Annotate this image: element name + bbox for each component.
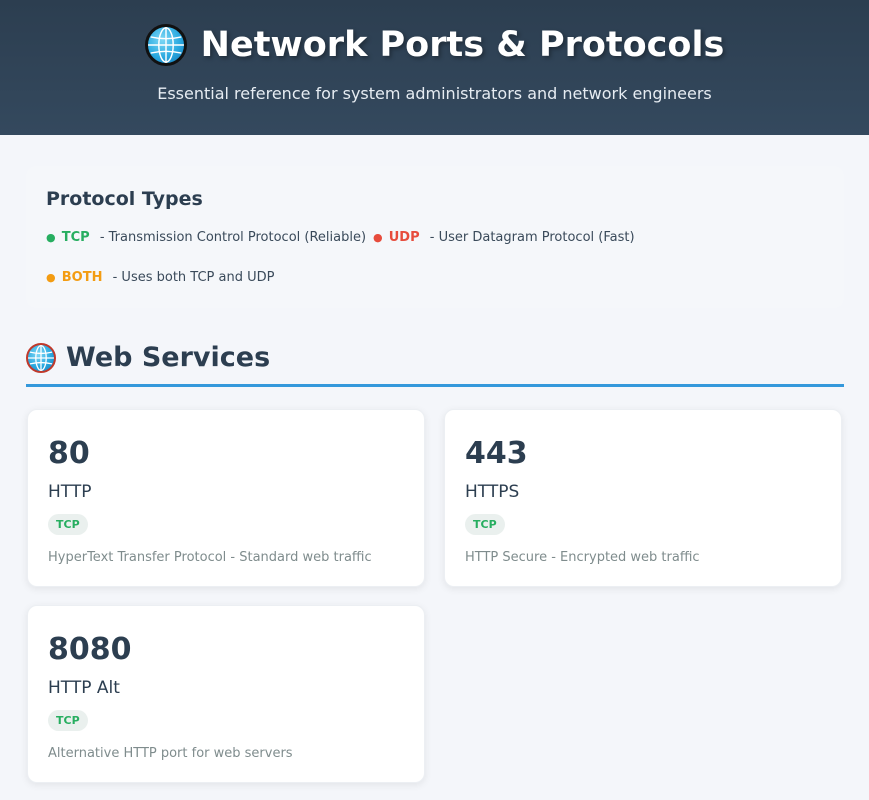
port-card-80[interactable]: 80 HTTP TCP HyperText Transfer Protocol …	[27, 409, 425, 587]
legend-item-udp: ● UDP - User Datagram Protocol (Fast)	[373, 230, 635, 245]
legend-tag: TCP	[61, 230, 90, 245]
legend-tag: UDP	[388, 230, 420, 245]
service-name: HTTP Alt	[48, 678, 120, 698]
legend-tag: BOTH	[61, 270, 103, 285]
port-card-443[interactable]: 443 HTTPS TCP HTTP Secure - Encrypted we…	[444, 409, 842, 587]
page-header: Network Ports & Protocols Essential refe…	[0, 0, 869, 135]
protocol-badge: TCP	[48, 710, 88, 731]
protocol-legend: Protocol Types ● TCP - Transmission Cont…	[26, 166, 844, 308]
service-name: HTTPS	[465, 482, 520, 502]
legend-description: - Uses both TCP and UDP	[112, 270, 275, 285]
port-description: HTTP Secure - Encrypted web traffic	[465, 550, 700, 565]
page-subtitle: Essential reference for system administr…	[157, 84, 712, 103]
legend-description: - User Datagram Protocol (Fast)	[429, 230, 635, 245]
tcp-dot-icon: ●	[46, 231, 56, 244]
section-title: Web Services	[66, 342, 271, 373]
legend-item-both: ● BOTH - Uses both TCP and UDP	[46, 270, 274, 285]
page-title: Network Ports & Protocols	[200, 25, 725, 65]
globe-icon	[144, 24, 187, 66]
port-description: HyperText Transfer Protocol - Standard w…	[48, 550, 372, 565]
legend-description: - Transmission Control Protocol (Reliabl…	[99, 230, 367, 245]
header-title-row: Network Ports & Protocols	[0, 24, 869, 66]
port-number: 443	[465, 436, 528, 471]
port-card-8080[interactable]: 8080 HTTP Alt TCP Alternative HTTP port …	[27, 605, 425, 783]
port-description: Alternative HTTP port for web servers	[48, 746, 293, 761]
globe-icon	[26, 343, 56, 373]
legend-item-tcp: ● TCP - Transmission Control Protocol (R…	[46, 230, 366, 245]
service-name: HTTP	[48, 482, 92, 502]
section-header-web-services: Web Services	[26, 338, 844, 387]
protocol-badge: TCP	[465, 514, 505, 535]
both-dot-icon: ●	[46, 271, 56, 284]
port-number: 80	[48, 436, 90, 471]
protocol-badge: TCP	[48, 514, 88, 535]
legend-title: Protocol Types	[46, 188, 203, 210]
udp-dot-icon: ●	[373, 231, 383, 244]
port-number: 8080	[48, 632, 132, 667]
